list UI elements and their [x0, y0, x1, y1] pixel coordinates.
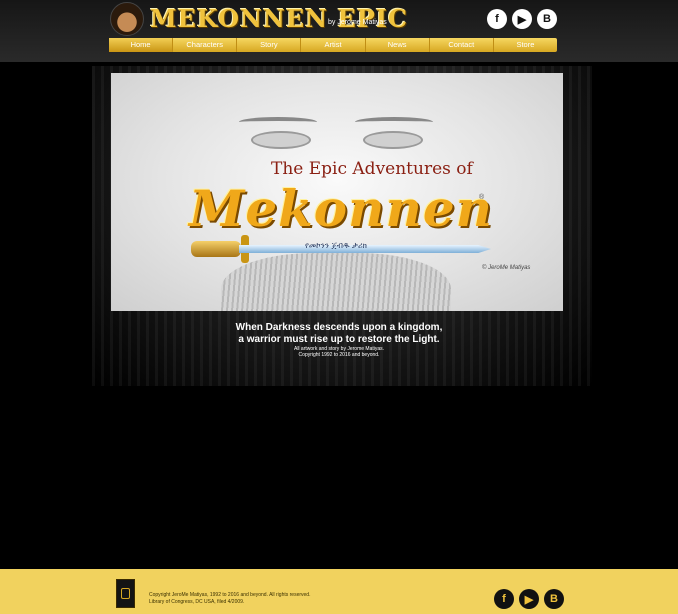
banner-art-brow: [355, 117, 433, 127]
facebook-icon[interactable]: f: [494, 589, 514, 609]
site-footer: [0, 569, 678, 614]
nav-item-contact[interactable]: Contact: [430, 38, 494, 52]
blogger-icon[interactable]: B: [537, 9, 557, 29]
blogger-icon[interactable]: B: [544, 589, 564, 609]
banner-art-brow: [239, 117, 317, 127]
nav-item-news[interactable]: News: [366, 38, 430, 52]
footer-library-note: Library of Congress, DC USA, filed 4/200…: [149, 599, 245, 605]
main-nav: Home Characters Story Artist News Contac…: [109, 38, 557, 52]
nav-item-story[interactable]: Story: [237, 38, 302, 52]
book-cover-emblem: [121, 588, 130, 599]
banner-title-line2: Mekonnen: [189, 179, 494, 238]
byline: by Jerome Matiyas: [328, 19, 387, 26]
banner-art-beard: [221, 253, 451, 311]
nav-item-artist[interactable]: Artist: [301, 38, 366, 52]
banner-credit: © JeroMe Matiyas: [482, 265, 531, 271]
ethiopic-inscription: የመኮንን ጀብዱ ታሪክ: [305, 241, 368, 250]
footer-copyright: Copyright JeroMe Matiyas, 1992 to 2016 a…: [149, 592, 311, 598]
facebook-icon[interactable]: f: [487, 9, 507, 29]
sword-hilt: [191, 241, 241, 257]
nav-item-characters[interactable]: Characters: [173, 38, 238, 52]
nav-item-store[interactable]: Store: [494, 38, 557, 52]
tagline-line2: a warrior must rise up to restore the Li…: [238, 334, 440, 345]
youtube-icon[interactable]: ▶: [512, 9, 532, 29]
banner-art-eye: [363, 131, 423, 149]
tagline-copyright: Copyright 1992 to 2016 and beyond.: [298, 352, 380, 358]
header-social-bar: f ▶ B: [487, 9, 557, 29]
registered-mark: ®: [479, 194, 485, 201]
banner-title-line1: The Epic Adventures of: [271, 159, 473, 179]
youtube-icon[interactable]: ▶: [519, 589, 539, 609]
footer-social-bar: f ▶ B: [494, 589, 564, 609]
tagline-line1: When Darkness descends upon a kingdom,: [235, 322, 443, 333]
hero-banner: The Epic Adventures of Mekonnen ® የመኮንን …: [111, 73, 563, 311]
logo-avatar-icon[interactable]: [110, 2, 144, 36]
book-cover-icon[interactable]: [116, 579, 135, 608]
banner-art-eye: [251, 131, 311, 149]
nav-item-home[interactable]: Home: [109, 38, 174, 52]
